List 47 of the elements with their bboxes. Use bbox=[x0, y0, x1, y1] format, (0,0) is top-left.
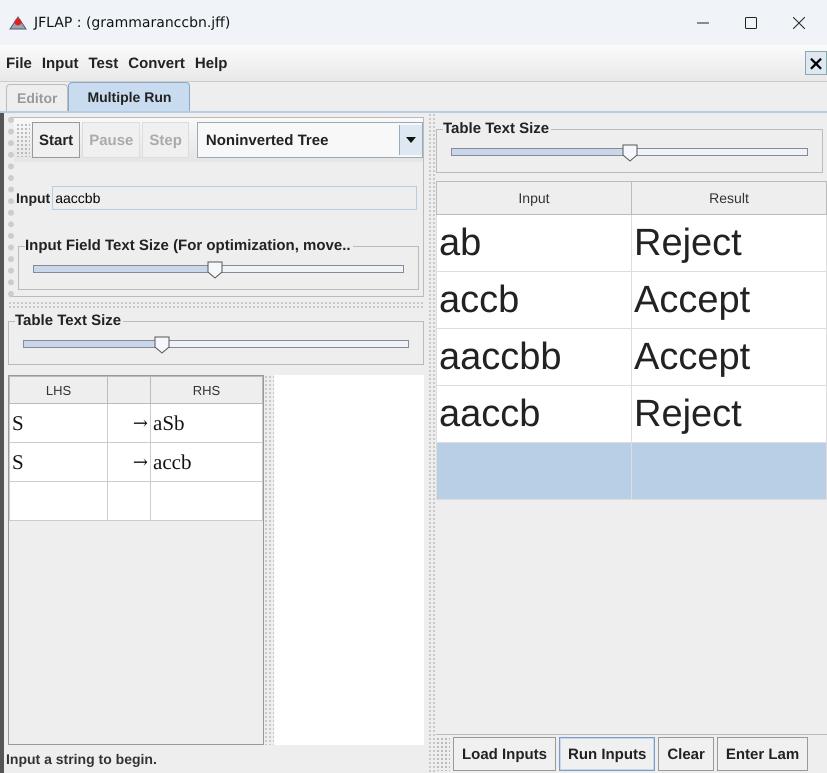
app-icon bbox=[8, 14, 28, 32]
input-field[interactable]: aaccbb bbox=[52, 186, 417, 210]
splitter-grip[interactable] bbox=[428, 113, 436, 773]
menu-item[interactable]: Help bbox=[194, 54, 228, 72]
view-dropdown[interactable]: Noninverted Tree bbox=[196, 122, 423, 158]
table-cell: accb bbox=[436, 272, 632, 328]
selected-row[interactable] bbox=[436, 442, 826, 500]
table-cell: ab bbox=[436, 214, 632, 272]
toolbar-button[interactable]: Run Inputs bbox=[559, 737, 656, 771]
toolbar-grip bbox=[436, 737, 450, 771]
maximize-icon bbox=[745, 16, 757, 28]
menu-item[interactable]: Test bbox=[88, 54, 118, 72]
table-cell: S bbox=[10, 442, 108, 482]
input-label: Input bbox=[16, 190, 50, 206]
column-header: RHS bbox=[150, 376, 262, 404]
slider[interactable] bbox=[23, 336, 409, 356]
table-cell: aaccbb bbox=[436, 328, 632, 386]
column-header: Result bbox=[632, 182, 826, 214]
tab[interactable]: Multiple Run bbox=[68, 82, 190, 111]
table-cell: aSb bbox=[150, 404, 262, 442]
slider-title: Input Field Text Size (For optimization, move.. bbox=[25, 237, 353, 254]
splitter-grip[interactable] bbox=[264, 375, 274, 745]
menu-item[interactable]: Input bbox=[42, 54, 78, 72]
slider[interactable] bbox=[451, 144, 808, 164]
close-icon bbox=[793, 16, 805, 28]
toolbar-button[interactable]: Load Inputs bbox=[453, 737, 556, 771]
toolbar-grip bbox=[16, 123, 30, 157]
column-header: Input bbox=[436, 182, 632, 214]
table-cell: → bbox=[108, 442, 150, 482]
menu-item[interactable]: Convert bbox=[128, 54, 185, 72]
toolbar-button[interactable]: Clear bbox=[658, 737, 714, 771]
toolbar-button[interactable]: Start bbox=[32, 122, 80, 158]
window-title: JFLAP : (grammaranccbn.jff) bbox=[34, 14, 230, 30]
column-header: LHS bbox=[10, 376, 108, 404]
table-cell: Reject bbox=[632, 214, 826, 272]
table-cell: accb bbox=[150, 442, 262, 482]
table-cell: → bbox=[108, 404, 150, 442]
status-text: Input a string to begin. bbox=[5, 750, 158, 769]
slider[interactable] bbox=[33, 261, 404, 281]
table-cell: Accept bbox=[632, 272, 826, 328]
splitter-grip[interactable] bbox=[8, 301, 424, 309]
close-button[interactable]: × bbox=[805, 51, 827, 75]
table-cell: S bbox=[10, 404, 108, 442]
minimize-icon bbox=[697, 22, 709, 24]
table-cell: Accept bbox=[632, 328, 826, 386]
toolbar-button[interactable]: Enter Lam bbox=[716, 737, 808, 771]
menu-item[interactable]: File bbox=[6, 54, 32, 72]
